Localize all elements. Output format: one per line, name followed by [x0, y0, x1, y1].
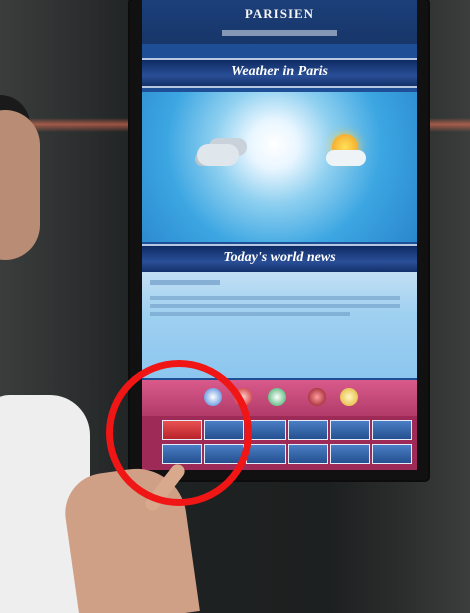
news-headline-blur	[150, 280, 220, 285]
highlight-circle	[106, 360, 252, 506]
news-title: Today's world news	[223, 250, 336, 265]
menu-button-11[interactable]	[330, 444, 370, 464]
category-dot-icon[interactable]	[340, 388, 358, 406]
weather-panel	[142, 92, 417, 242]
weather-title-band: Weather in Paris	[142, 58, 417, 88]
brand-logo: PARISIEN	[244, 6, 315, 21]
news-text-line	[150, 296, 400, 300]
person-head	[0, 110, 40, 260]
weather-title: Weather in Paris	[231, 64, 328, 79]
menu-button-9[interactable]	[246, 444, 286, 464]
kiosk-header: PARISIEN	[142, 0, 417, 44]
photo-scene: PARISIEN Weather in Paris Today's world …	[0, 0, 470, 613]
news-text-line	[150, 304, 400, 308]
category-dot-icon[interactable]	[308, 388, 326, 406]
news-title-band: Today's world news	[142, 244, 417, 274]
weather-cloudy-icon	[197, 144, 239, 166]
news-text-line	[150, 312, 350, 316]
menu-button-5[interactable]	[330, 420, 370, 440]
category-dot-icon[interactable]	[268, 388, 286, 406]
menu-button-6[interactable]	[372, 420, 412, 440]
menu-button-10[interactable]	[288, 444, 328, 464]
menu-button-12[interactable]	[372, 444, 412, 464]
menu-button-4[interactable]	[288, 420, 328, 440]
weather-sunny-cloud-icon	[326, 150, 366, 166]
menu-button-3[interactable]	[246, 420, 286, 440]
brand-subline	[222, 30, 337, 36]
